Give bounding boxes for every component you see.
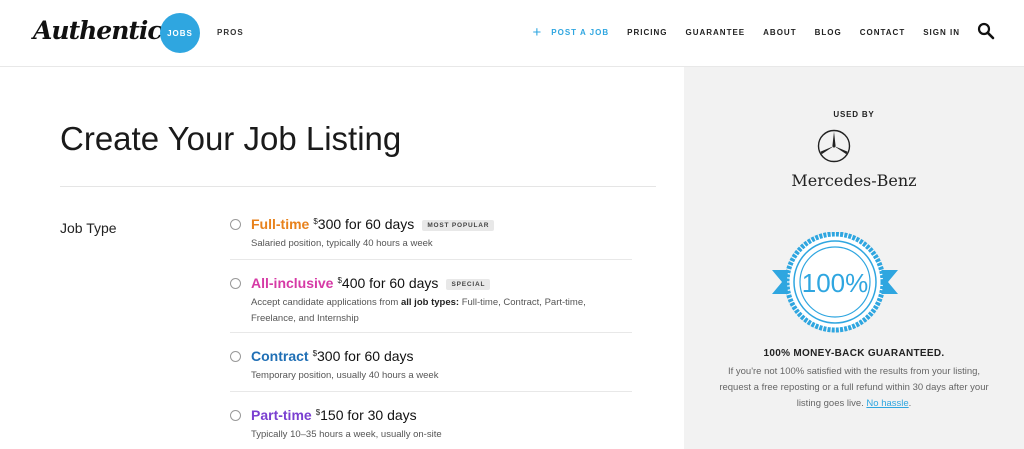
- option-divider: [230, 259, 632, 260]
- site-header: Authentic JOBS PROS + POST A JOB PRICING…: [0, 0, 1024, 67]
- option-price: 300 for 60 days: [317, 348, 414, 364]
- nav-pricing[interactable]: PRICING: [627, 28, 667, 37]
- site-logo[interactable]: Authentic: [33, 16, 163, 45]
- option-divider: [230, 391, 632, 392]
- guarantee-sidebar: USED BY Mercedes-Benz 100% 100% MONEY-BA…: [684, 67, 1024, 449]
- nav-guarantee[interactable]: GUARANTEE: [685, 28, 745, 37]
- desc-text: Accept candidate applications from: [251, 297, 401, 308]
- brand-name: Mercedes-Benz: [791, 171, 917, 190]
- option-name: Full-time: [251, 216, 310, 232]
- post-a-job-label: POST A JOB: [551, 28, 610, 37]
- option-description: Temporary position, usually 40 hours a w…: [251, 370, 439, 381]
- special-badge: SPECIAL: [446, 279, 491, 290]
- desc-bold-text: all job types:: [400, 297, 460, 308]
- radio-button[interactable]: [230, 219, 241, 230]
- nav-contact[interactable]: CONTACT: [860, 28, 906, 37]
- nav-blog[interactable]: BLOG: [815, 28, 842, 37]
- guarantee-text: If you're not 100% satisfied with the re…: [719, 366, 989, 409]
- radio-button[interactable]: [230, 351, 241, 362]
- option-description: Typically 10–35 hours a week, usually on…: [251, 429, 442, 440]
- radio-button[interactable]: [230, 410, 241, 421]
- option-name: All-inclusive: [251, 275, 334, 291]
- nav-about[interactable]: ABOUT: [763, 28, 796, 37]
- radio-button[interactable]: [230, 278, 241, 289]
- no-hassle-link[interactable]: No hassle: [866, 398, 908, 409]
- post-a-job-link[interactable]: + POST A JOB: [532, 23, 610, 41]
- nav-sign-in[interactable]: SIGN IN: [923, 28, 960, 37]
- seal-text: 100%: [802, 268, 869, 298]
- option-price: 400 for 60 days: [341, 275, 439, 291]
- option-name: Contract: [251, 348, 309, 364]
- plus-icon: +: [532, 23, 543, 41]
- title-divider: [60, 186, 656, 187]
- option-price: 150 for 30 days: [320, 407, 417, 423]
- guarantee-body: If you're not 100% satisfied with the re…: [719, 366, 989, 409]
- guarantee-title: 100% MONEY-BACK GUARANTEED.: [763, 348, 945, 359]
- page-title: Create Your Job Listing: [60, 120, 402, 157]
- pros-nav-link[interactable]: PROS: [217, 28, 244, 37]
- main-nav: + POST A JOB PRICING GUARANTEE ABOUT BLO…: [532, 23, 961, 41]
- search-icon[interactable]: [977, 22, 995, 40]
- jobs-nav-button[interactable]: JOBS: [160, 13, 200, 53]
- job-type-label: Job Type: [60, 220, 117, 236]
- option-description: Accept candidate applications from all j…: [251, 295, 621, 327]
- used-by-label: USED BY: [833, 110, 875, 119]
- option-divider: [230, 332, 632, 333]
- mercedes-star-icon: [817, 129, 851, 163]
- guarantee-seal-icon: 100%: [772, 232, 898, 333]
- option-description: Salaried position, typically 40 hours a …: [251, 238, 433, 249]
- option-name: Part-time: [251, 407, 312, 423]
- option-price: 300 for 60 days: [317, 216, 415, 232]
- most-popular-badge: MOST POPULAR: [422, 220, 495, 231]
